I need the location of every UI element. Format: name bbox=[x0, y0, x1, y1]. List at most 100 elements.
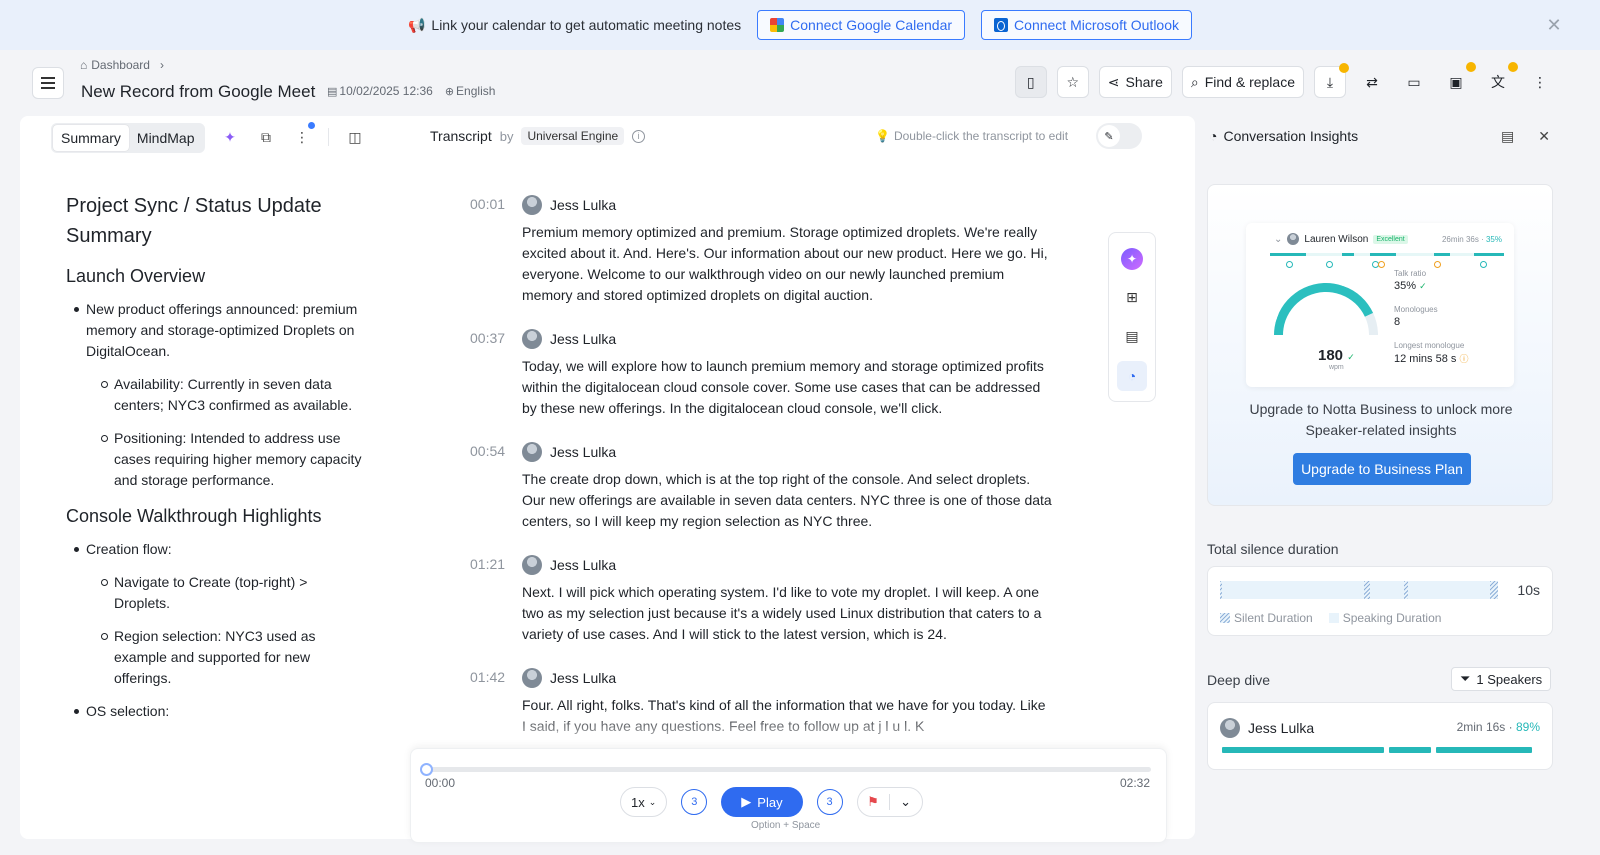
folder-button[interactable]: ▭ bbox=[1398, 66, 1430, 98]
marker-dot bbox=[1286, 261, 1293, 268]
segment-time[interactable]: 00:54 bbox=[470, 443, 510, 459]
translate-icon: 文 bbox=[1491, 74, 1505, 90]
transcript-segment[interactable]: 00:01 Jess Lulka Premium memory optimize… bbox=[470, 194, 1070, 306]
segment-time[interactable]: 00:01 bbox=[470, 196, 510, 212]
page-title[interactable]: New Record from Google Meet bbox=[81, 82, 315, 102]
globe-icon: ⊕ bbox=[444, 86, 455, 98]
upgrade-message: Upgrade to Notta Business to unlock more… bbox=[1249, 401, 1513, 438]
avatar bbox=[522, 195, 542, 215]
segment-text[interactable]: Premium memory optimized and premium. St… bbox=[522, 222, 1052, 306]
close-icon[interactable]: ✕ bbox=[1538, 128, 1550, 145]
speaker-name[interactable]: Jess Lulka bbox=[550, 331, 616, 347]
ai-sparkle-icon: ✦ bbox=[1121, 247, 1143, 270]
edit-toggle[interactable]: ✎ bbox=[1096, 123, 1142, 149]
calendar-banner: 📢 Link your calendar to get automatic me… bbox=[0, 0, 1600, 50]
menu-button[interactable] bbox=[32, 67, 64, 99]
comments-button[interactable]: ▤ bbox=[1117, 322, 1147, 352]
main-content: Summary MindMap ✦ ⧉ ⋮ ◫ Project Sync / S… bbox=[20, 116, 1195, 839]
download-icon: ⤓ bbox=[1326, 74, 1334, 90]
silence-bar bbox=[1220, 581, 1498, 599]
tab-summary[interactable]: Summary bbox=[53, 125, 129, 151]
tab-mindmap[interactable]: MindMap bbox=[129, 125, 203, 151]
current-time: 00:00 bbox=[425, 776, 456, 790]
play-button[interactable]: ▶ Play bbox=[721, 787, 803, 817]
avatar bbox=[1287, 233, 1300, 245]
list-item: New product offerings announced: premium… bbox=[66, 299, 366, 362]
talk-segment bbox=[1389, 747, 1431, 753]
chevron-right-icon: › bbox=[159, 58, 164, 72]
progress-track[interactable] bbox=[425, 767, 1151, 772]
close-icon[interactable]: ✕ bbox=[1544, 15, 1564, 35]
feedback-icon[interactable]: ▤ bbox=[1501, 128, 1514, 145]
transcript-segment[interactable]: 01:21 Jess Lulka Next. I will pick which… bbox=[470, 554, 1070, 645]
save-button[interactable]: ▣ bbox=[1440, 62, 1476, 98]
upgrade-business-button[interactable]: Upgrade to Business Plan bbox=[1293, 453, 1471, 485]
insights-button[interactable]: ◔ bbox=[1117, 360, 1147, 391]
layout-toggle-button[interactable]: ▯ bbox=[1014, 66, 1047, 98]
engine-badge: Universal Engine bbox=[521, 127, 625, 145]
translate-button[interactable]: 文 bbox=[1482, 62, 1518, 98]
transcript-segment[interactable]: 00:37 Jess Lulka Today, we will explore … bbox=[470, 328, 1070, 419]
speaker-name[interactable]: Jess Lulka bbox=[550, 197, 616, 213]
speaker-name[interactable]: Jess Lulka bbox=[550, 670, 616, 686]
favorite-button[interactable]: ☆ bbox=[1056, 66, 1089, 98]
segment-time[interactable]: 01:21 bbox=[470, 556, 510, 572]
chevron-down-icon[interactable]: ⌄ bbox=[890, 794, 922, 810]
segment-text[interactable]: Today, we will explore how to launch pre… bbox=[522, 356, 1052, 419]
silence-card: 10s Silent Duration Speaking Duration bbox=[1207, 566, 1553, 636]
connect-google-calendar-button[interactable]: Connect Google Calendar bbox=[757, 10, 966, 40]
connect-outlook-button[interactable]: Connect Microsoft Outlook bbox=[981, 10, 1193, 40]
segment-text[interactable]: Next. I will pick which operating system… bbox=[522, 582, 1052, 645]
forward-button[interactable]: 3 bbox=[816, 789, 843, 815]
search-icon: ⌕ bbox=[1190, 74, 1199, 90]
breadcrumb[interactable]: ⌂ Dashboard › bbox=[80, 58, 164, 72]
collapse-panel-icon[interactable]: ◫ bbox=[345, 127, 365, 147]
more-vertical-icon: ⋮ bbox=[1533, 74, 1547, 90]
ai-sparkle-icon[interactable]: ✦ bbox=[220, 127, 240, 147]
chevron-down-icon: ⌄ bbox=[1274, 233, 1283, 245]
silent-segment bbox=[1220, 581, 1222, 599]
more-vertical-icon[interactable]: ⋮ bbox=[292, 127, 312, 147]
speakers-filter-button[interactable]: ⏷ 1 Speakers bbox=[1451, 667, 1552, 691]
copy-icon[interactable]: ⧉ bbox=[256, 127, 276, 147]
progress-handle[interactable] bbox=[420, 763, 433, 776]
language-selector[interactable]: ⊕ English bbox=[445, 84, 496, 98]
more-button[interactable]: ⋮ bbox=[1524, 66, 1556, 98]
convert-button[interactable]: ⇄ bbox=[1356, 66, 1388, 98]
google-calendar-icon bbox=[770, 18, 785, 32]
download-button[interactable]: ⤓ bbox=[1314, 63, 1349, 98]
speaker-card[interactable]: Jess Lulka 2min 16s · 89% bbox=[1207, 702, 1553, 770]
transcript-segment[interactable]: 00:54 Jess Lulka The create drop down, w… bbox=[470, 441, 1070, 532]
avatar bbox=[522, 329, 542, 349]
bookmark-icon[interactable]: ⚑ bbox=[858, 794, 890, 810]
ai-assistant-button[interactable]: ✦ bbox=[1117, 244, 1147, 274]
segment-time[interactable]: 01:42 bbox=[470, 669, 510, 685]
find-replace-button[interactable]: ⌕ Find & replace bbox=[1181, 66, 1304, 98]
rewind-icon: 3 bbox=[691, 796, 698, 808]
avatar bbox=[522, 555, 542, 575]
pie-chart-icon: ◔ bbox=[1127, 367, 1137, 384]
summary-tabs: Summary MindMap bbox=[51, 123, 205, 153]
share-button[interactable]: ⋖ Share bbox=[1098, 66, 1172, 98]
comment-icon: ▤ bbox=[1125, 328, 1139, 344]
wpm-gauge bbox=[1274, 283, 1378, 335]
speaker-name[interactable]: Jess Lulka bbox=[550, 557, 616, 573]
filter-icon: ⏷ bbox=[1460, 671, 1471, 686]
segment-time[interactable]: 00:37 bbox=[470, 330, 510, 346]
speaker-name[interactable]: Jess Lulka bbox=[550, 444, 616, 460]
banner-message: 📢 Link your calendar to get automatic me… bbox=[407, 16, 742, 34]
list-item: Positioning: Intended to address use cas… bbox=[66, 428, 366, 491]
summary-heading: Project Sync / Status Update Summary bbox=[66, 195, 322, 247]
rewind-button[interactable]: 3 bbox=[681, 789, 708, 815]
calendar-icon: ▤ bbox=[327, 86, 338, 98]
bookmark-button[interactable]: ⊞ bbox=[1117, 283, 1147, 313]
segment-text[interactable]: The create drop down, which is at the to… bbox=[522, 469, 1052, 532]
talk-segment bbox=[1434, 253, 1450, 256]
avatar bbox=[522, 668, 542, 688]
speed-select[interactable]: 1x ⌄ bbox=[620, 787, 668, 817]
info-icon[interactable]: i bbox=[632, 129, 646, 143]
forward-icon: 3 bbox=[826, 796, 833, 808]
transcript-side-tools: ✦ ⊞ ▤ ◔ bbox=[1108, 232, 1156, 402]
divider bbox=[328, 128, 329, 146]
audio-player: 00:00 02:32 1x ⌄ 3 ▶ Play 3 ⚑ ⌄ Option + S… bbox=[410, 748, 1167, 843]
